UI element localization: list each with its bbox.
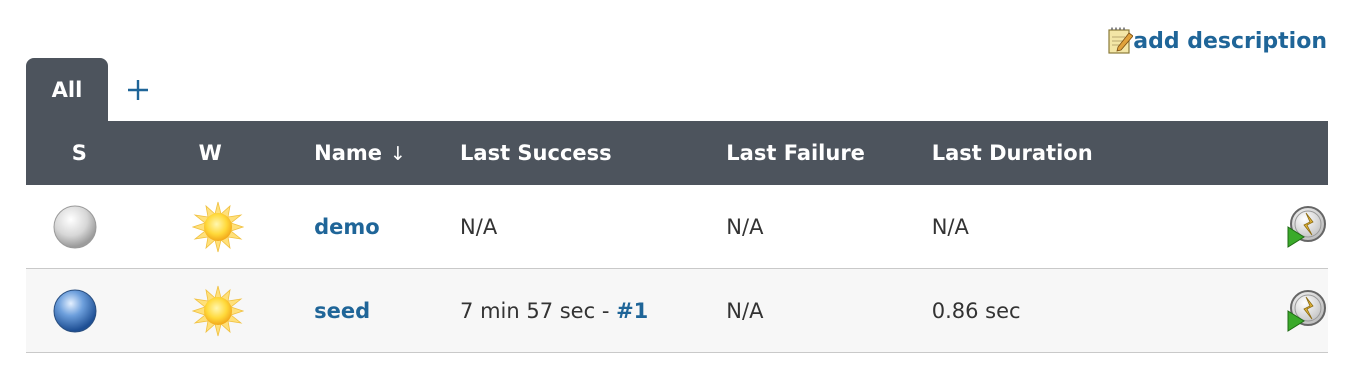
action-cell (1154, 185, 1328, 269)
last-success-cell: 7 min 57 sec - #1 (460, 268, 727, 353)
column-weather[interactable]: W (173, 121, 315, 185)
last-failure-cell: N/A (726, 268, 932, 353)
name-cell: seed (314, 268, 461, 353)
column-name-label: Name (314, 141, 382, 165)
sunny-icon (191, 201, 244, 252)
table-header-row: S W Name ↓ Last Success Last Failure Last… (26, 121, 1328, 185)
column-name[interactable]: Name ↓ (314, 121, 461, 185)
action-cell (1154, 268, 1328, 353)
schedule-build-icon[interactable] (1284, 289, 1328, 333)
name-cell: demo (314, 185, 461, 269)
column-actions (1154, 121, 1328, 185)
table-row: seed 7 min 57 sec - #1 N/A 0.86 sec (26, 268, 1328, 353)
schedule-build-icon[interactable] (1284, 205, 1328, 249)
column-status[interactable]: S (26, 121, 174, 185)
add-view-tab[interactable] (108, 58, 168, 121)
job-link[interactable]: seed (314, 299, 370, 323)
column-last-success[interactable]: Last Success (460, 121, 727, 185)
tab-all[interactable]: All (26, 58, 108, 121)
column-last-duration[interactable]: Last Duration (931, 121, 1154, 185)
table-row: demo N/A N/A N/A (26, 185, 1328, 269)
status-cell (26, 185, 174, 269)
view-tabs: All (26, 58, 168, 121)
last-failure-cell: N/A (726, 185, 932, 269)
last-success-text: 7 min 57 sec - (460, 298, 617, 323)
last-success-cell: N/A (460, 185, 727, 269)
last-duration-cell: N/A (931, 185, 1154, 269)
add-description-link[interactable]: add description (1107, 26, 1327, 56)
edit-note-icon (1108, 27, 1134, 54)
blue-ball-icon (53, 289, 97, 332)
status-cell (26, 268, 174, 353)
build-link[interactable]: #1 (616, 299, 648, 323)
job-link[interactable]: demo (314, 215, 380, 239)
last-duration-cell: 0.86 sec (931, 268, 1154, 353)
grey-ball-icon (53, 205, 97, 248)
plus-icon (128, 79, 148, 100)
sunny-icon (191, 285, 244, 336)
projects-table: S W Name ↓ Last Success Last Failure Last… (26, 121, 1328, 353)
add-description-label: add description (1133, 28, 1327, 54)
weather-cell (173, 185, 315, 269)
column-last-failure[interactable]: Last Failure (726, 121, 932, 185)
sort-indicator: ↓ (390, 143, 406, 165)
last-success-text: N/A (460, 214, 498, 239)
weather-cell (173, 268, 315, 353)
